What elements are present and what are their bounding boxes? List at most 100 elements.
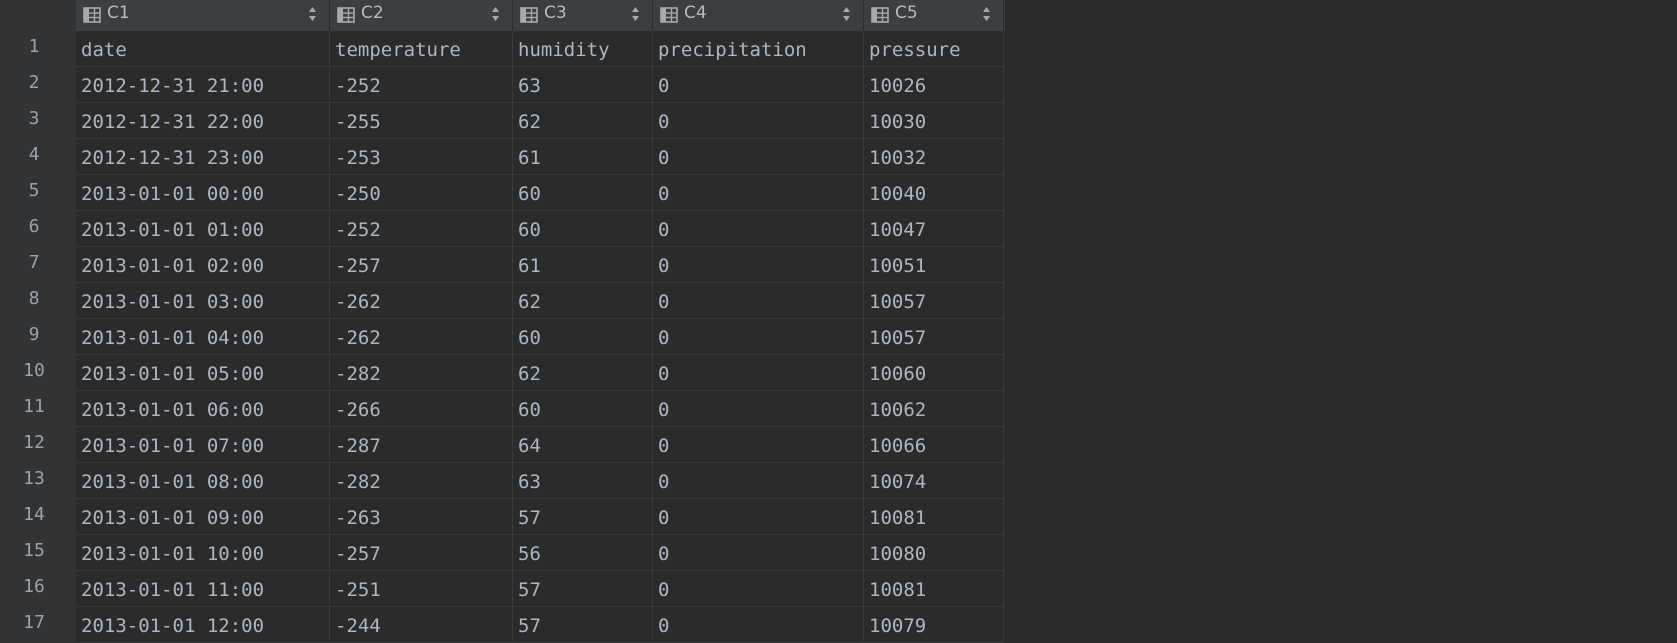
- table-cell[interactable]: 2013-01-01 01:00: [76, 211, 330, 247]
- table-cell[interactable]: 0: [653, 139, 864, 175]
- table-cell[interactable]: -252: [330, 211, 513, 247]
- table-cell[interactable]: pressure: [864, 31, 1004, 67]
- row-number[interactable]: 6: [0, 209, 68, 245]
- table-cell[interactable]: 0: [653, 607, 864, 643]
- column-header-c2[interactable]: C2: [330, 0, 513, 31]
- table-cell[interactable]: 60: [513, 175, 653, 211]
- table-cell[interactable]: 62: [513, 103, 653, 139]
- table-cell[interactable]: 10051: [864, 247, 1004, 283]
- table-cell[interactable]: 2013-01-01 08:00: [76, 463, 330, 499]
- table-cell[interactable]: 10066: [864, 427, 1004, 463]
- row-number[interactable]: 3: [0, 101, 68, 137]
- table-cell[interactable]: 61: [513, 139, 653, 175]
- table-cell[interactable]: -253: [330, 139, 513, 175]
- table-cell[interactable]: precipitation: [653, 31, 864, 67]
- row-number[interactable]: 14: [0, 497, 68, 533]
- table-cell[interactable]: 61: [513, 247, 653, 283]
- row-number[interactable]: 12: [0, 425, 68, 461]
- table-cell[interactable]: -263: [330, 499, 513, 535]
- table-cell[interactable]: -251: [330, 571, 513, 607]
- column-header-c4[interactable]: C4: [653, 0, 864, 31]
- table-cell[interactable]: 60: [513, 319, 653, 355]
- column-header-c1[interactable]: C1: [76, 0, 330, 31]
- sort-arrows-icon[interactable]: [982, 6, 991, 22]
- table-cell[interactable]: 0: [653, 103, 864, 139]
- table-cell[interactable]: -257: [330, 535, 513, 571]
- table-cell[interactable]: 0: [653, 391, 864, 427]
- row-number[interactable]: 4: [0, 137, 68, 173]
- row-number[interactable]: 13: [0, 461, 68, 497]
- table-cell[interactable]: 62: [513, 283, 653, 319]
- row-number[interactable]: 16: [0, 569, 68, 605]
- table-cell[interactable]: 2013-01-01 07:00: [76, 427, 330, 463]
- table-cell[interactable]: -287: [330, 427, 513, 463]
- table-cell[interactable]: date: [76, 31, 330, 67]
- table-cell[interactable]: 10032: [864, 139, 1004, 175]
- row-number[interactable]: 8: [0, 281, 68, 317]
- table-cell[interactable]: 2013-01-01 12:00: [76, 607, 330, 643]
- table-cell[interactable]: -252: [330, 67, 513, 103]
- table-cell[interactable]: 10060: [864, 355, 1004, 391]
- table-cell[interactable]: 2012-12-31 23:00: [76, 139, 330, 175]
- table-cell[interactable]: 2013-01-01 06:00: [76, 391, 330, 427]
- table-cell[interactable]: 57: [513, 499, 653, 535]
- table-cell[interactable]: 2013-01-01 11:00: [76, 571, 330, 607]
- table-cell[interactable]: 2012-12-31 22:00: [76, 103, 330, 139]
- sort-arrows-icon[interactable]: [308, 6, 317, 22]
- table-cell[interactable]: 2013-01-01 09:00: [76, 499, 330, 535]
- table-cell[interactable]: 10080: [864, 535, 1004, 571]
- row-number[interactable]: 9: [0, 317, 68, 353]
- table-cell[interactable]: -282: [330, 463, 513, 499]
- table-cell[interactable]: 10081: [864, 499, 1004, 535]
- table-cell[interactable]: 10081: [864, 571, 1004, 607]
- table-cell[interactable]: 0: [653, 211, 864, 247]
- row-number[interactable]: 11: [0, 389, 68, 425]
- sort-arrows-icon[interactable]: [842, 6, 851, 22]
- row-number[interactable]: 10: [0, 353, 68, 389]
- table-cell[interactable]: 10074: [864, 463, 1004, 499]
- table-cell[interactable]: 0: [653, 427, 864, 463]
- table-cell[interactable]: -257: [330, 247, 513, 283]
- column-header-c3[interactable]: C3: [513, 0, 653, 31]
- table-cell[interactable]: 10026: [864, 67, 1004, 103]
- table-cell[interactable]: -262: [330, 283, 513, 319]
- table-cell[interactable]: -244: [330, 607, 513, 643]
- column-header-c5[interactable]: C5: [864, 0, 1004, 31]
- row-number[interactable]: 2: [0, 65, 68, 101]
- table-cell[interactable]: 64: [513, 427, 653, 463]
- table-cell[interactable]: 0: [653, 463, 864, 499]
- table-cell[interactable]: 10047: [864, 211, 1004, 247]
- table-cell[interactable]: 0: [653, 283, 864, 319]
- table-cell[interactable]: -262: [330, 319, 513, 355]
- row-number[interactable]: 7: [0, 245, 68, 281]
- table-cell[interactable]: 2013-01-01 02:00: [76, 247, 330, 283]
- table-cell[interactable]: 2013-01-01 04:00: [76, 319, 330, 355]
- table-cell[interactable]: 0: [653, 535, 864, 571]
- table-cell[interactable]: 0: [653, 355, 864, 391]
- table-cell[interactable]: 60: [513, 391, 653, 427]
- table-cell[interactable]: 2013-01-01 10:00: [76, 535, 330, 571]
- table-cell[interactable]: -266: [330, 391, 513, 427]
- table-cell[interactable]: 2013-01-01 05:00: [76, 355, 330, 391]
- table-cell[interactable]: -250: [330, 175, 513, 211]
- sort-arrows-icon[interactable]: [491, 6, 500, 22]
- table-cell[interactable]: 10079: [864, 607, 1004, 643]
- table-cell[interactable]: temperature: [330, 31, 513, 67]
- row-number[interactable]: 5: [0, 173, 68, 209]
- table-cell[interactable]: 56: [513, 535, 653, 571]
- table-cell[interactable]: 0: [653, 319, 864, 355]
- table-cell[interactable]: -255: [330, 103, 513, 139]
- table-cell[interactable]: 60: [513, 211, 653, 247]
- row-number[interactable]: 15: [0, 533, 68, 569]
- table-cell[interactable]: 0: [653, 571, 864, 607]
- table-cell[interactable]: 57: [513, 607, 653, 643]
- table-cell[interactable]: 62: [513, 355, 653, 391]
- table-cell[interactable]: 63: [513, 463, 653, 499]
- table-cell[interactable]: 57: [513, 571, 653, 607]
- table-cell[interactable]: 2013-01-01 03:00: [76, 283, 330, 319]
- table-cell[interactable]: 10040: [864, 175, 1004, 211]
- table-cell[interactable]: 0: [653, 67, 864, 103]
- table-cell[interactable]: humidity: [513, 31, 653, 67]
- table-cell[interactable]: 0: [653, 247, 864, 283]
- table-cell[interactable]: 10030: [864, 103, 1004, 139]
